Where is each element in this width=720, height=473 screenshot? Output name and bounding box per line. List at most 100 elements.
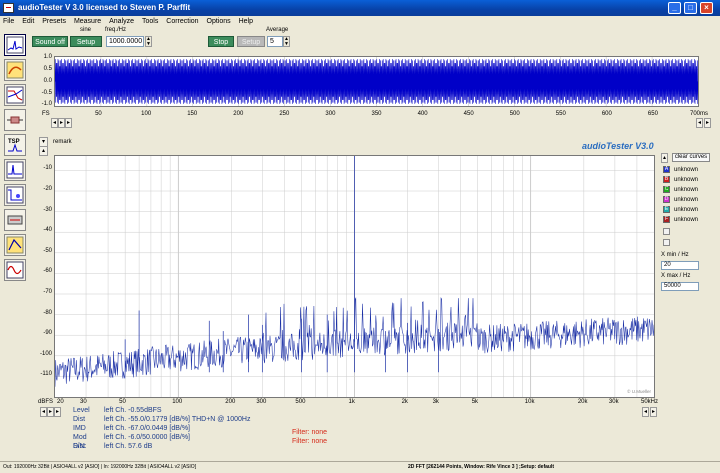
scope-x-tick: 450 xyxy=(463,111,474,117)
legend-item[interactable]: Cunknown xyxy=(663,186,698,195)
legend-checkbox[interactable] xyxy=(663,228,670,235)
spectrum-view-button[interactable] xyxy=(4,34,26,56)
frequency-spinner[interactable]: ▲ ▼ xyxy=(145,36,152,47)
waterfall-button[interactable] xyxy=(4,234,26,256)
legend-label: unknown xyxy=(674,167,699,174)
result-value: left Ch. 57.6 dB xyxy=(104,443,153,450)
impedance-button[interactable] xyxy=(4,109,26,131)
scope-fs-label: FS xyxy=(42,111,50,117)
scope-zoom-button[interactable]: ▸ xyxy=(65,118,72,128)
result-value: left Ch. -0.55dBFS xyxy=(104,407,162,414)
scope-x-tick: 600 xyxy=(601,111,612,117)
fft-x-tick: 30 xyxy=(80,399,87,405)
sound-off-button[interactable]: Sound off xyxy=(32,36,68,47)
legend-item[interactable]: Funknown xyxy=(663,216,698,225)
scope-y-tick: 0.5 xyxy=(43,66,52,72)
fft-zoom-button[interactable]: ▸ xyxy=(54,407,61,417)
impulse-button[interactable] xyxy=(4,159,26,181)
step-response-button[interactable] xyxy=(4,184,26,206)
menu-edit[interactable]: Edit xyxy=(19,16,37,27)
legend-item[interactable]: Eunknown xyxy=(663,206,698,215)
spectrum-icon xyxy=(6,36,24,54)
menu-correction[interactable]: Correction xyxy=(163,16,201,27)
fft-scroll-right[interactable]: ▸ xyxy=(47,407,54,417)
fft-x-tick: 300 xyxy=(256,399,267,405)
scope-x-tick: 100 xyxy=(141,111,152,117)
fft-y-tick: -60 xyxy=(43,268,52,275)
brand-label: audioTester V3.0 xyxy=(582,141,654,151)
menu-measure[interactable]: Measure xyxy=(71,16,104,27)
fft-y-tick: -80 xyxy=(43,309,52,316)
menu-bar: File Edit Presets Measure Analyze Tools … xyxy=(0,16,720,27)
fft-y-tick: -70 xyxy=(43,289,52,295)
fft-plot: © U.Mueller xyxy=(54,152,655,398)
frequency-response-button[interactable] xyxy=(4,84,26,106)
average-input[interactable]: 5 xyxy=(267,36,283,47)
fft-scroll-left[interactable]: ◂ xyxy=(40,407,47,417)
legend-item[interactable]: Bunknown xyxy=(663,176,698,185)
menu-options[interactable]: Options xyxy=(204,16,234,27)
scope-scroll-end-left[interactable]: ◂ xyxy=(696,118,703,128)
legend-label: unknown xyxy=(674,177,699,184)
menu-presets[interactable]: Presets xyxy=(39,16,69,27)
xmin-input[interactable]: 20 xyxy=(661,261,699,270)
scope-y-tick: -1.0 xyxy=(41,101,52,107)
legend-label: unknown xyxy=(674,187,699,194)
fft-x-tick: 3k xyxy=(432,399,439,405)
fft-scroll-end-right[interactable]: ▸ xyxy=(650,407,657,417)
fft-y-tick: -100 xyxy=(39,350,52,357)
window-title: audioTester V 3.0 licensed to Steven P. … xyxy=(18,3,191,12)
average-spinner[interactable]: ▲ ▼ xyxy=(283,36,290,47)
xmax-label: X max / Hz xyxy=(661,273,691,279)
menu-help[interactable]: Help xyxy=(236,16,256,27)
legend-swatch: F xyxy=(663,216,670,223)
scope-scroll-end-right[interactable]: ▸ xyxy=(704,118,711,128)
legend-swatch: A xyxy=(663,166,670,173)
result-value: left Ch. -6.0/50.0000 [dB/%] xyxy=(104,434,190,441)
sweep-button[interactable] xyxy=(4,59,26,81)
average-label: Average xyxy=(266,27,289,33)
analyzer-setup-button[interactable]: Setup xyxy=(237,36,265,47)
remark-label: remark xyxy=(53,139,72,145)
stop-button[interactable]: Stop xyxy=(208,36,234,47)
toolbar: sine freq./Hz Average Sound off Setup 10… xyxy=(32,27,720,49)
fft-y-unit: dBFS xyxy=(38,399,54,405)
tsp-button[interactable]: TSP xyxy=(4,134,26,156)
legend-checkbox[interactable] xyxy=(663,239,670,246)
menu-analyze[interactable]: Analyze xyxy=(106,16,137,27)
fft-x-tick: 20 xyxy=(57,399,64,405)
plot-toggle[interactable]: ▴ xyxy=(39,146,48,156)
generator-setup-button[interactable]: Setup xyxy=(70,36,102,47)
xmax-input[interactable]: 50000 xyxy=(661,282,699,291)
status-fft: 2D FFT [262144 Points, Window: Rife Vinc… xyxy=(408,464,554,470)
waterfall-icon xyxy=(6,236,24,254)
clear-curves-button[interactable]: clear curves xyxy=(672,153,710,162)
result-label: S/N: xyxy=(73,443,87,450)
frequency-input[interactable]: 1000.0000 xyxy=(106,36,144,47)
minimize-button[interactable]: _ xyxy=(668,2,681,14)
legend-item[interactable]: Aunknown xyxy=(663,166,698,175)
result-value: left Ch. -67.0/0.0449 [dB/%] xyxy=(104,425,190,432)
scope-scroll-right[interactable]: ▸ xyxy=(58,118,65,128)
fft-x-tick: 20k xyxy=(577,399,588,405)
impulse-icon xyxy=(6,161,24,179)
fft-y-tick: -50 xyxy=(43,247,52,254)
sine-generator-button[interactable] xyxy=(4,259,26,281)
legend-item[interactable]: Dunknown xyxy=(663,196,698,205)
legend-scroll-up[interactable]: ▴ xyxy=(661,153,668,163)
close-button[interactable]: × xyxy=(700,2,713,14)
scope-y-tick: 0.0 xyxy=(43,78,52,84)
result-value: left Ch. -55.0/0.1779 [dB/%] THD+N @ 100… xyxy=(104,416,251,423)
title-bar: audioTester V 3.0 licensed to Steven P. … xyxy=(0,0,720,16)
scope-x-tick: 500 xyxy=(509,111,520,117)
filter-button[interactable] xyxy=(4,209,26,231)
menu-tools[interactable]: Tools xyxy=(139,16,161,27)
maximize-button[interactable]: □ xyxy=(684,2,697,14)
resistor-icon xyxy=(7,116,23,124)
result-label: Level xyxy=(73,407,90,414)
menu-file[interactable]: File xyxy=(0,16,17,27)
fft-scroll-end-left[interactable]: ◂ xyxy=(642,407,649,417)
fft-x-tick: 200 xyxy=(225,399,236,405)
scope-scroll-left[interactable]: ◂ xyxy=(51,118,58,128)
left-toolbar: TSP xyxy=(4,34,28,284)
